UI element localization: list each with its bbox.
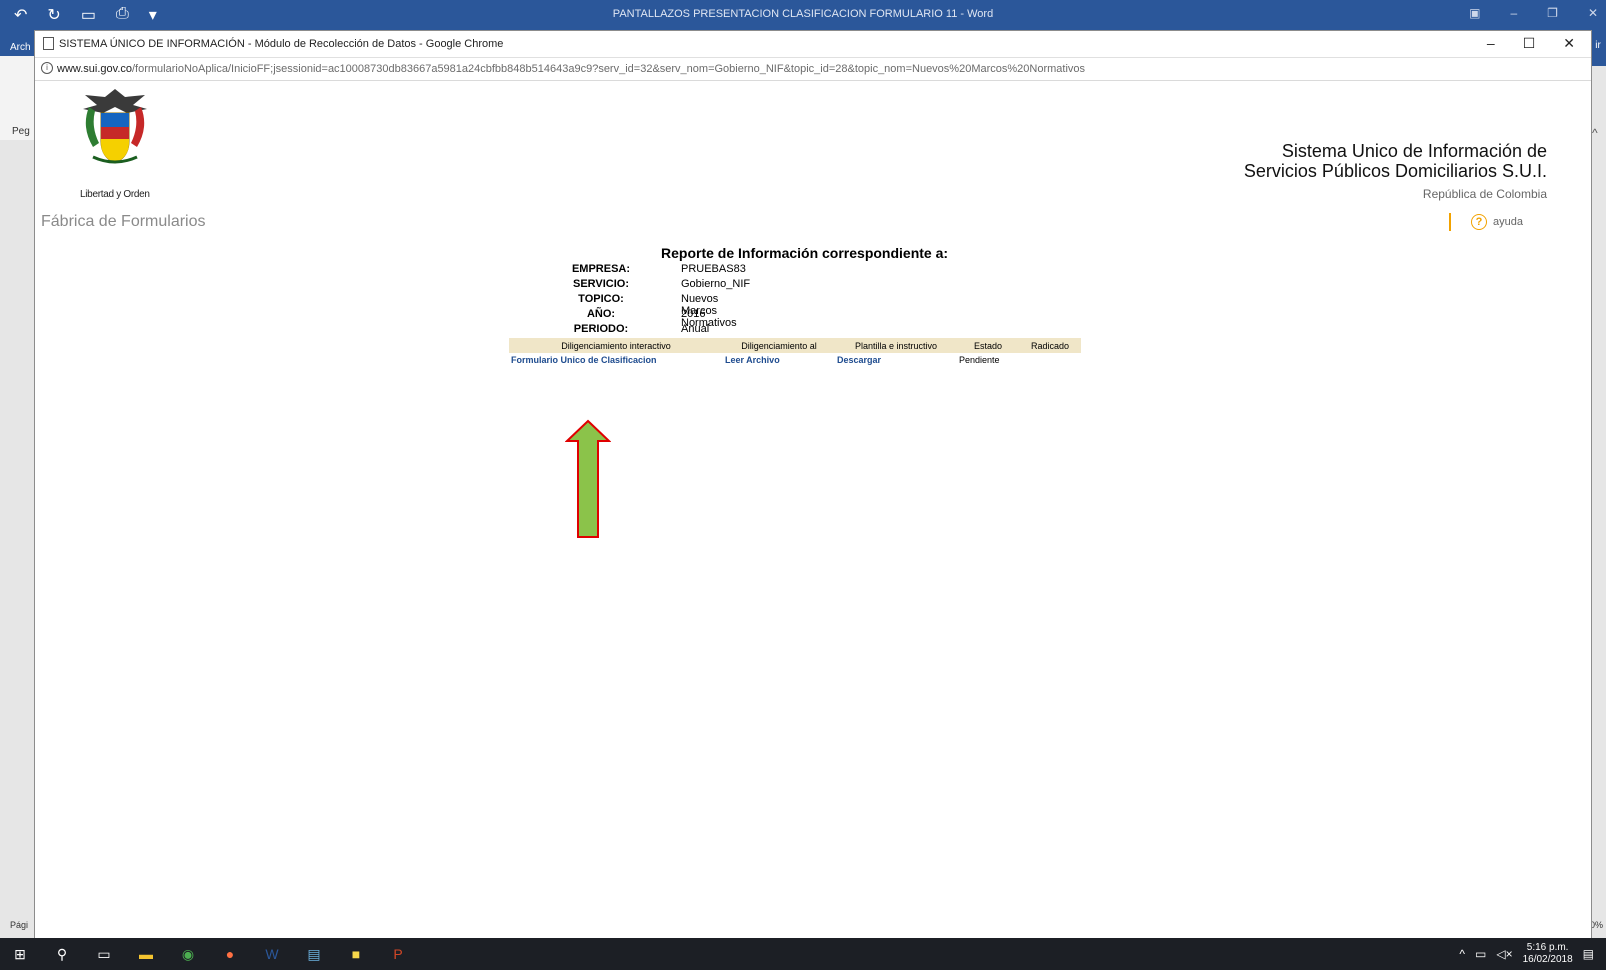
system-tray: ^ ▭ ◁× 5:16 p.m. 16/02/2018 ▤ [1459,942,1594,966]
chrome-icon[interactable]: ◉ [178,944,198,964]
page-content: Libertad y Orden Fábrica de Formularios … [35,81,1591,939]
word-window-controls: ▣ – ❐ ✕ [1469,6,1598,20]
search-icon[interactable]: ⚲ [52,944,72,964]
minimize-icon[interactable]: – [1510,6,1517,20]
app-name: Fábrica de Formularios [41,213,206,230]
column-header: Diligenciamiento interactivo [509,338,723,353]
clock[interactable]: 5:16 p.m. 16/02/2018 [1523,942,1573,966]
collapse-ribbon-icon[interactable]: ^ [1592,126,1598,140]
paste-group[interactable]: Peg [0,56,36,140]
column-header: Radicado [1019,338,1081,353]
close-icon[interactable]: ✕ [1563,35,1575,52]
meta-key: PERIODO: [573,323,629,335]
form-link[interactable]: Formulario Unico de Clasificacion [509,353,723,367]
read-file-link[interactable]: Leer Archivo [723,353,835,367]
close-icon[interactable]: ✕ [1588,6,1598,20]
meta-key: AÑO: [586,308,616,320]
show-hidden-icons-icon[interactable]: ^ [1459,947,1465,961]
sticky-notes-icon[interactable]: ■ [346,944,366,964]
minimize-icon[interactable]: – [1487,35,1495,52]
country-label: República de Colombia [1422,187,1547,201]
notifications-icon[interactable]: ▤ [1583,947,1594,961]
sui-title-line-1: Sistema Unico de Información de [1281,141,1547,161]
word-icon[interactable]: W [262,944,282,964]
chrome-titlebar: SISTEMA ÚNICO DE INFORMACIÓN - Módulo de… [35,31,1591,58]
help-link[interactable]: ? ayuda [1449,213,1523,231]
page-icon [43,37,54,50]
column-header: Plantilla e instructivo [835,338,957,353]
powerpoint-icon[interactable]: P [388,944,408,964]
chrome-window-title: SISTEMA ÚNICO DE INFORMACIÓN - Módulo de… [59,38,504,50]
help-label[interactable]: ayuda [1493,216,1523,228]
meta-value: PRUEBAS83 [681,263,746,275]
table-row: Formulario Unico de Clasificacion Leer A… [509,353,1081,367]
network-icon[interactable]: ▭ [1475,947,1486,961]
clock-date: 16/02/2018 [1522,954,1573,965]
spreadsheet-icon[interactable]: ▤ [304,944,324,964]
ribbon-display-icon[interactable]: ▣ [1469,6,1480,20]
sui-title: Sistema Unico de Información de Servicio… [1244,141,1547,181]
clock-time: 5:16 p.m. [1526,942,1569,953]
up-arrow-annotation [565,419,611,538]
help-icon[interactable]: ? [1471,214,1488,230]
meta-value: 2016 [681,308,706,320]
windows-taskbar: ⊞ ⚲ ▭ ▬ ◉ ● W ▤ ■ P ^ ▭ ◁× 5:16 p.m. 16/… [0,938,1606,970]
site-info-icon[interactable]: i [41,62,53,74]
url-host: www.sui.gov.co [57,63,132,75]
word-document-area: Pági [0,140,36,938]
meta-value: Anual [681,323,710,335]
column-header: Diligenciamiento al [723,338,835,353]
file-explorer-icon[interactable]: ▬ [136,944,156,964]
restore-icon[interactable]: ❐ [1547,6,1558,20]
share-tab[interactable]: ir [1590,30,1606,66]
maximize-icon[interactable]: ☐ [1523,35,1536,52]
word-ribbon: Arch Peg [0,30,36,140]
chrome-window: SISTEMA ÚNICO DE INFORMACIÓN - Módulo de… [34,30,1592,940]
download-link[interactable]: Descargar [835,353,957,367]
firefox-icon[interactable]: ● [220,944,240,964]
volume-icon[interactable]: ◁× [1496,947,1512,961]
word-window-title: PANTALLAZOS PRESENTACION CLASIFICACION F… [612,8,994,20]
paste-label: Peg [12,126,30,137]
chrome-window-controls: – ☐ ✕ [1487,35,1575,52]
table-header-row: Diligenciamiento interactivo Diligenciam… [509,338,1081,353]
radicado-cell [1019,353,1081,367]
meta-value: Gobierno_NIF [681,278,751,290]
sui-title-line-2: Servicios Públicos Domiciliarios S.U.I. [1243,161,1547,181]
meta-key: EMPRESA: [571,263,631,275]
task-view-icon[interactable]: ▭ [94,944,114,964]
word-titlebar: ↶ ↻ ▭ ⎙ ▾ PANTALLAZOS PRESENTACION CLASI… [0,0,1606,30]
help-divider [1449,213,1452,231]
taskbar-icons: ⊞ ⚲ ▭ ▬ ◉ ● W ▤ ■ P [10,944,408,964]
column-header: Estado [957,338,1019,353]
file-tab[interactable]: Arch [10,42,31,53]
logo-caption: Libertad y Orden [80,189,150,200]
url-text[interactable]: www.sui.gov.co/formularioNoAplica/Inicio… [57,63,1085,75]
start-icon[interactable]: ⊞ [10,944,30,964]
meta-key: SERVICIO: [572,278,630,290]
word-right-edge: ir ^ 0% [1590,30,1606,938]
address-bar[interactable]: i www.sui.gov.co/formularioNoAplica/Inic… [35,58,1591,81]
meta-key: TOPICO: [578,293,624,305]
colombia-coat-of-arms-logo [83,89,147,164]
url-path: /formularioNoAplica/InicioFF;jsessionid=… [132,63,1086,75]
report-table: Diligenciamiento interactivo Diligenciam… [509,338,1081,367]
status-cell: Pendiente [959,355,1000,365]
page-status: Pági [10,920,29,930]
report-heading: Reporte de Información correspondiente a… [661,245,949,261]
